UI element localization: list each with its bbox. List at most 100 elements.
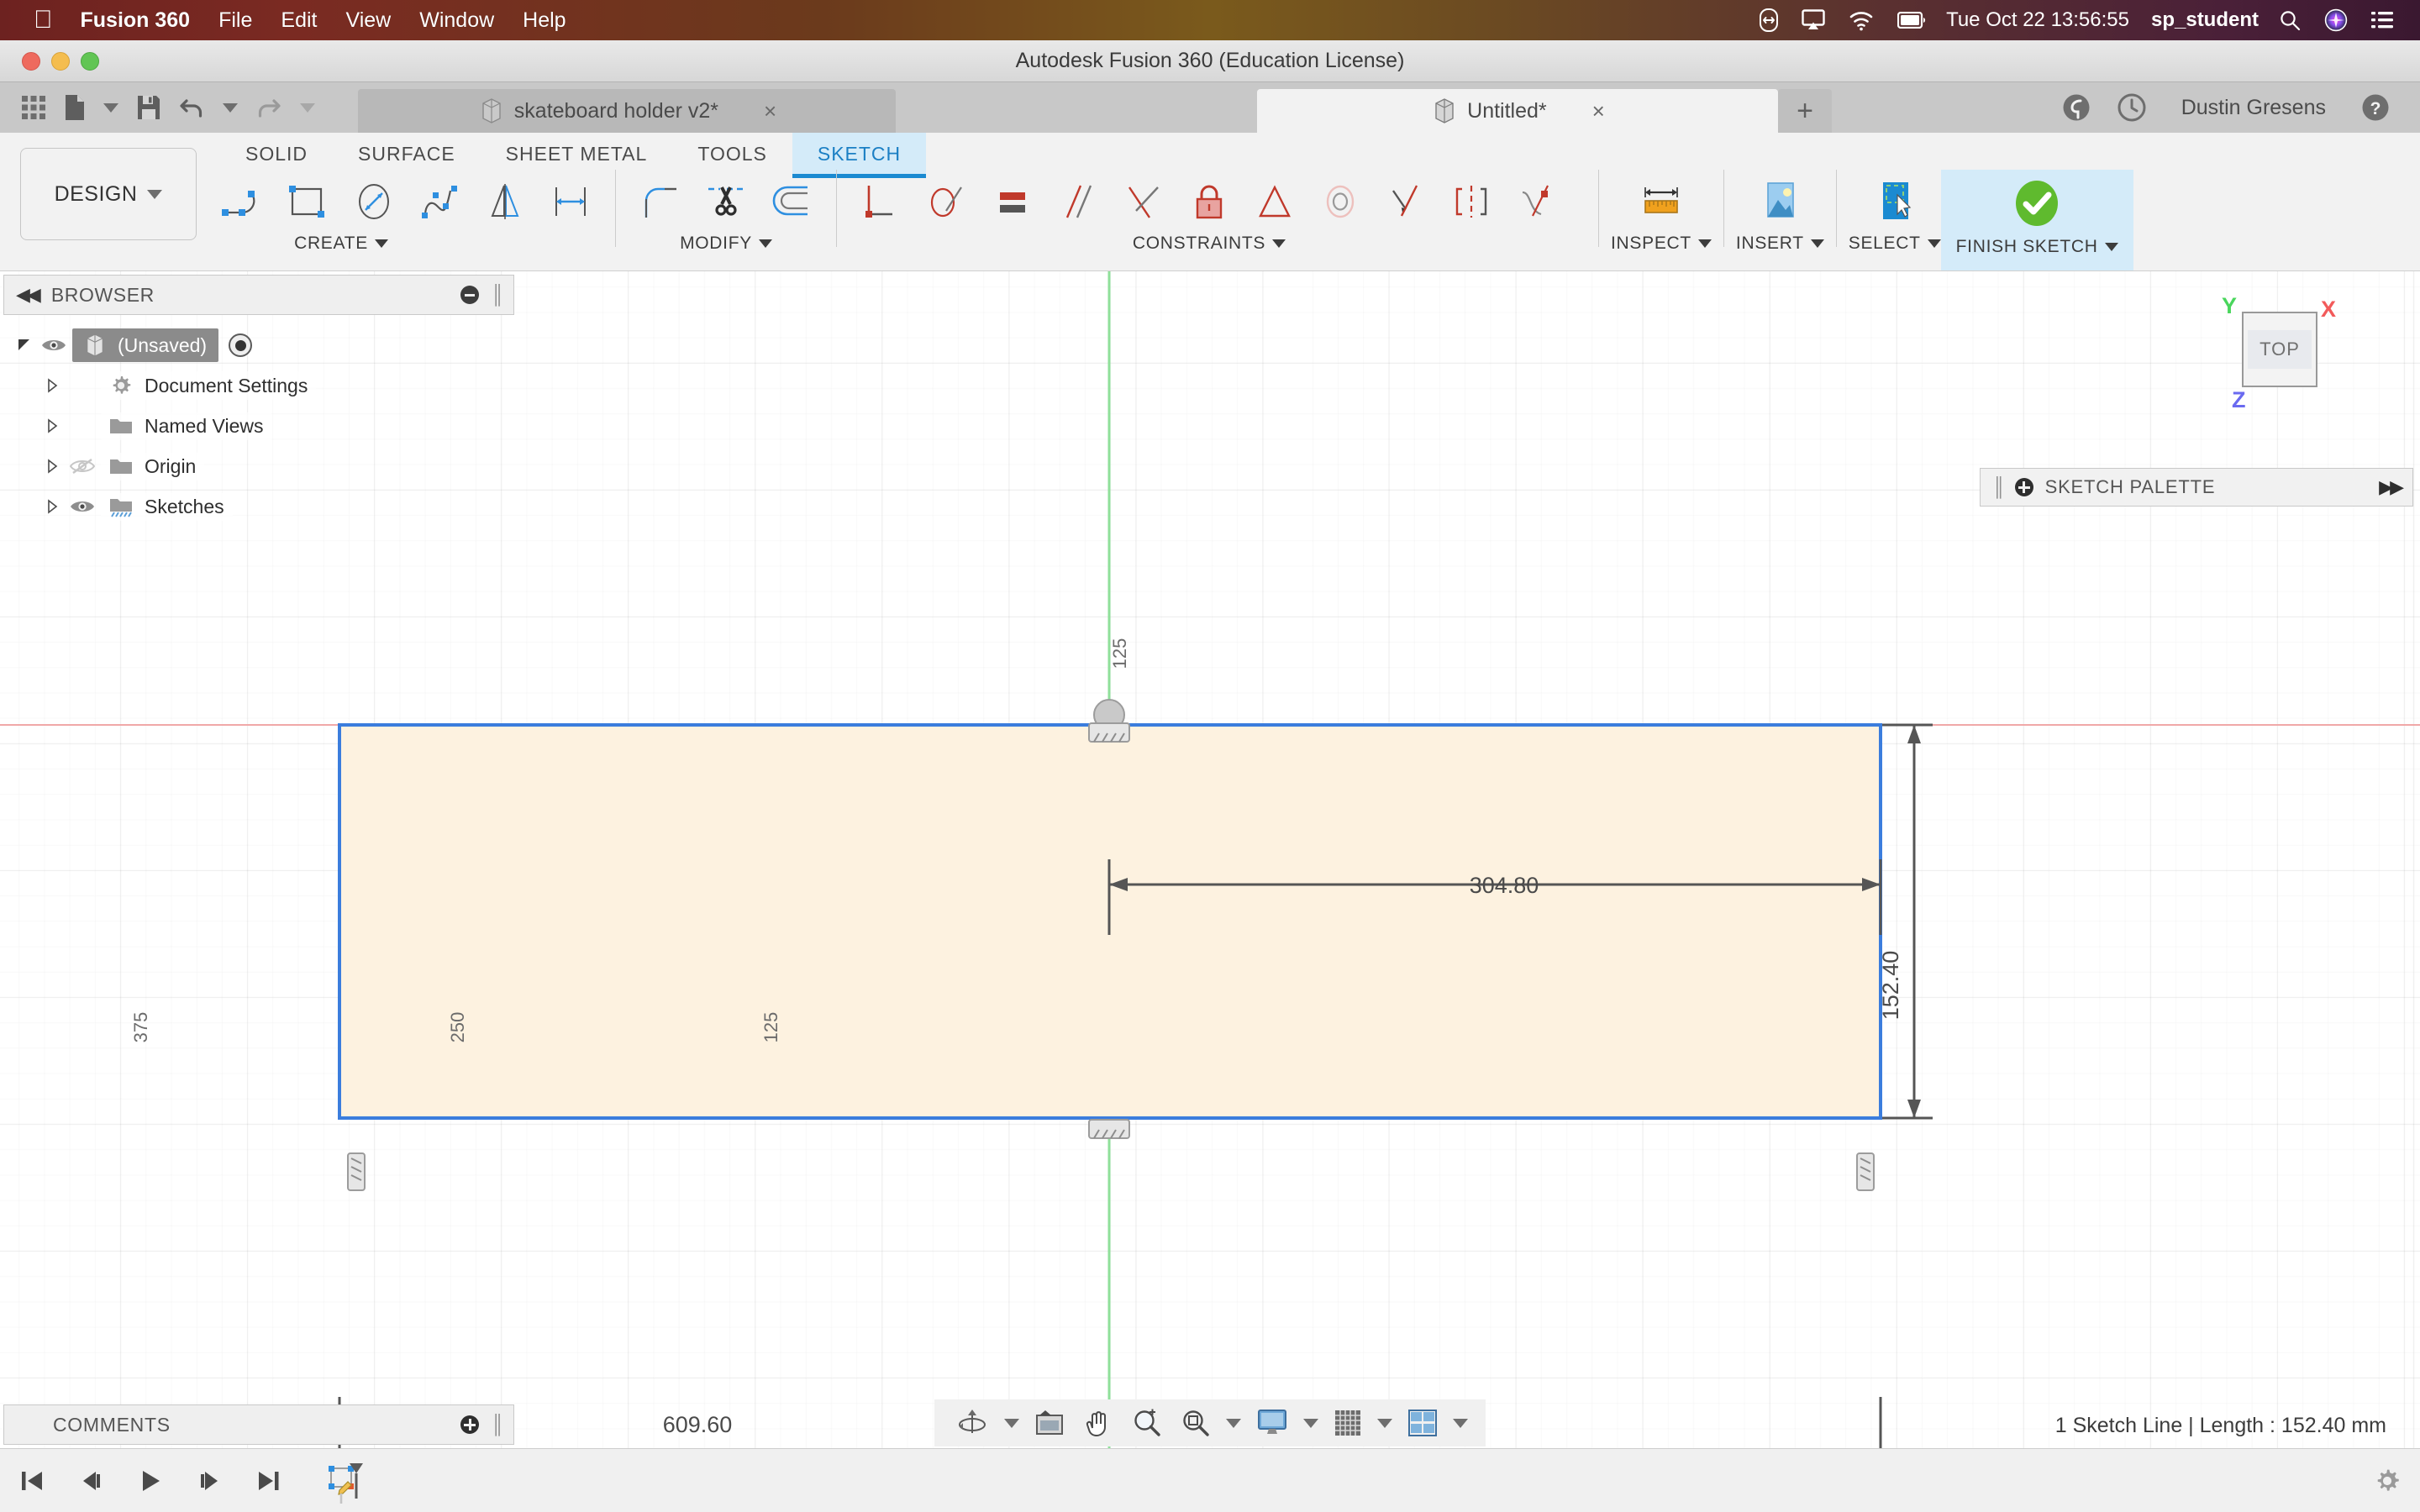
grid-snaps-caret[interactable]: [1371, 1418, 1398, 1428]
vertical-constraint-icon-right[interactable]: [1856, 1152, 1875, 1191]
sketch-canvas[interactable]: 304.80 609.60 152.40 375 250 125 125 ◀◀ …: [0, 271, 2420, 1512]
perpendicular-icon[interactable]: [1111, 170, 1176, 234]
orbit-icon[interactable]: [946, 1406, 998, 1440]
ribbon-group-finish-sketch[interactable]: FINISH SKETCH: [1940, 170, 2133, 270]
chevron-right-icon[interactable]: [42, 418, 64, 433]
browser-item-origin[interactable]: Origin: [3, 446, 514, 486]
look-at-icon[interactable]: [1025, 1409, 1074, 1437]
sketch-feature-icon[interactable]: [297, 1458, 381, 1504]
horizontal-vertical-icon[interactable]: [1242, 170, 1307, 234]
jump-to-beginning-icon[interactable]: [0, 1467, 62, 1495]
midpoint-constraint-icon-top[interactable]: [1088, 699, 1130, 743]
apple-icon[interactable]: : [20, 2, 66, 39]
menu-edit[interactable]: Edit: [266, 0, 331, 40]
document-tab-untitled[interactable]: Untitled* ×: [1257, 89, 1778, 133]
new-tab-button[interactable]: +: [1778, 89, 1832, 133]
offset-icon[interactable]: [759, 170, 824, 234]
trim-scissors-icon[interactable]: [693, 170, 759, 234]
chevron-right-icon[interactable]: [42, 499, 64, 514]
menu-app-name[interactable]: Fusion 360: [66, 0, 205, 40]
ribbon-group-label-constraints[interactable]: CONSTRAINTS: [1133, 234, 1286, 254]
eye-visible-icon[interactable]: [35, 337, 72, 354]
expanded-arrow-icon[interactable]: [13, 338, 35, 353]
display-settings-caret[interactable]: [1297, 1418, 1324, 1428]
mirror-icon[interactable]: [472, 170, 538, 234]
tab-surface[interactable]: SURFACE: [333, 133, 481, 174]
vertical-constraint-icon-left[interactable]: [347, 1152, 366, 1191]
add-icon[interactable]: [2014, 478, 2033, 496]
step-back-icon[interactable]: [62, 1467, 121, 1495]
jump-to-end-icon[interactable]: [239, 1467, 297, 1495]
ribbon-group-label-finish-sketch[interactable]: FINISH SKETCH: [1956, 237, 2118, 257]
airplay-icon[interactable]: [1790, 9, 1837, 31]
eye-visible-icon[interactable]: [64, 498, 101, 515]
browser-item-unsaved[interactable]: (Unsaved): [3, 325, 514, 365]
ribbon-group-label-select[interactable]: SELECT: [1849, 234, 1941, 254]
ribbon-group-label-insert[interactable]: INSERT: [1736, 234, 1824, 254]
tangent-icon[interactable]: [1373, 170, 1439, 234]
new-document-icon[interactable]: [55, 82, 94, 133]
fillet-icon[interactable]: [628, 170, 693, 234]
play-icon[interactable]: [121, 1467, 180, 1495]
view-cube-face-top[interactable]: TOP: [2242, 312, 2317, 387]
tab-sheet-metal[interactable]: SHEET METAL: [481, 133, 673, 174]
chevron-right-icon[interactable]: [42, 378, 64, 393]
step-forward-icon[interactable]: [180, 1467, 239, 1495]
browser-item-named-views[interactable]: Named Views: [3, 406, 514, 446]
insert-image-icon[interactable]: [1747, 170, 1812, 234]
help-icon[interactable]: ?: [2348, 93, 2403, 122]
grip-icon[interactable]: ║: [491, 284, 504, 306]
viewports-caret[interactable]: [1447, 1418, 1474, 1428]
activate-component-radio[interactable]: [229, 333, 253, 357]
display-settings-icon[interactable]: [1247, 1409, 1297, 1437]
parallel-icon[interactable]: [1045, 170, 1111, 234]
offset-distance-icon[interactable]: [538, 170, 603, 234]
chevron-right-icon[interactable]: [42, 459, 64, 474]
expand-right-icon[interactable]: ▶▶: [2379, 476, 2404, 498]
grid-snaps-icon[interactable]: [1324, 1409, 1371, 1437]
fit-icon[interactable]: [1171, 1408, 1220, 1438]
ribbon-group-label-modify[interactable]: MODIFY: [680, 234, 772, 254]
menu-help[interactable]: Help: [508, 0, 580, 40]
job-status-icon[interactable]: [2104, 93, 2160, 122]
redo-icon[interactable]: [247, 82, 291, 133]
sketch-palette-panel[interactable]: ║ SKETCH PALETTE ▶▶: [1980, 468, 2413, 507]
close-icon[interactable]: ×: [1592, 98, 1605, 124]
view-cube[interactable]: TOP Y X Z: [2217, 293, 2343, 419]
browser-item-document-settings[interactable]: Document Settings: [3, 365, 514, 406]
app-grid-icon[interactable]: [12, 82, 55, 133]
control-center-icon[interactable]: [2360, 11, 2405, 29]
comments-panel[interactable]: COMMENTS ║: [3, 1404, 514, 1445]
fit-caret[interactable]: [1220, 1418, 1247, 1428]
select-window-icon[interactable]: [1862, 170, 1928, 234]
data-panel-icon[interactable]: [2049, 93, 2104, 122]
tab-solid[interactable]: SOLID: [220, 133, 333, 174]
concentric-icon[interactable]: [1307, 170, 1373, 234]
menu-bar-datetime[interactable]: Tue Oct 22 13:56:55: [1938, 8, 2138, 32]
viewports-icon[interactable]: [1398, 1409, 1447, 1437]
line-icon[interactable]: [210, 170, 276, 234]
browser-item-sketches[interactable]: Sketches: [3, 486, 514, 527]
battery-icon[interactable]: [1886, 12, 1938, 29]
document-tab-skateboard-holder[interactable]: skateboard holder v2* ×: [358, 89, 896, 133]
eye-hidden-icon[interactable]: [64, 457, 101, 475]
undo-caret[interactable]: [213, 82, 247, 133]
grip-icon[interactable]: ║: [1992, 476, 2006, 498]
curvature-icon[interactable]: [1504, 170, 1570, 234]
spline-icon[interactable]: [407, 170, 472, 234]
measure-ruler-icon[interactable]: [1628, 170, 1694, 234]
search-icon[interactable]: [2267, 9, 2312, 31]
finish-sketch-check-icon[interactable]: [2004, 173, 2070, 237]
redo-caret[interactable]: [291, 82, 324, 133]
collapse-left-icon[interactable]: ◀◀: [16, 284, 41, 306]
ribbon-group-label-create[interactable]: CREATE: [294, 234, 388, 254]
collinear-icon[interactable]: [914, 170, 980, 234]
midpoint-constraint-icon-bottom[interactable]: [1088, 1119, 1130, 1139]
menu-file[interactable]: File: [204, 0, 266, 40]
menu-bar-username[interactable]: sp_student: [2138, 8, 2267, 32]
timeline-settings-icon[interactable]: [2373, 1467, 2420, 1495]
add-comment-icon[interactable]: [460, 1415, 480, 1434]
equal-icon[interactable]: [980, 170, 1045, 234]
minimize-icon[interactable]: [460, 286, 480, 304]
rectangle-icon[interactable]: [276, 170, 341, 234]
